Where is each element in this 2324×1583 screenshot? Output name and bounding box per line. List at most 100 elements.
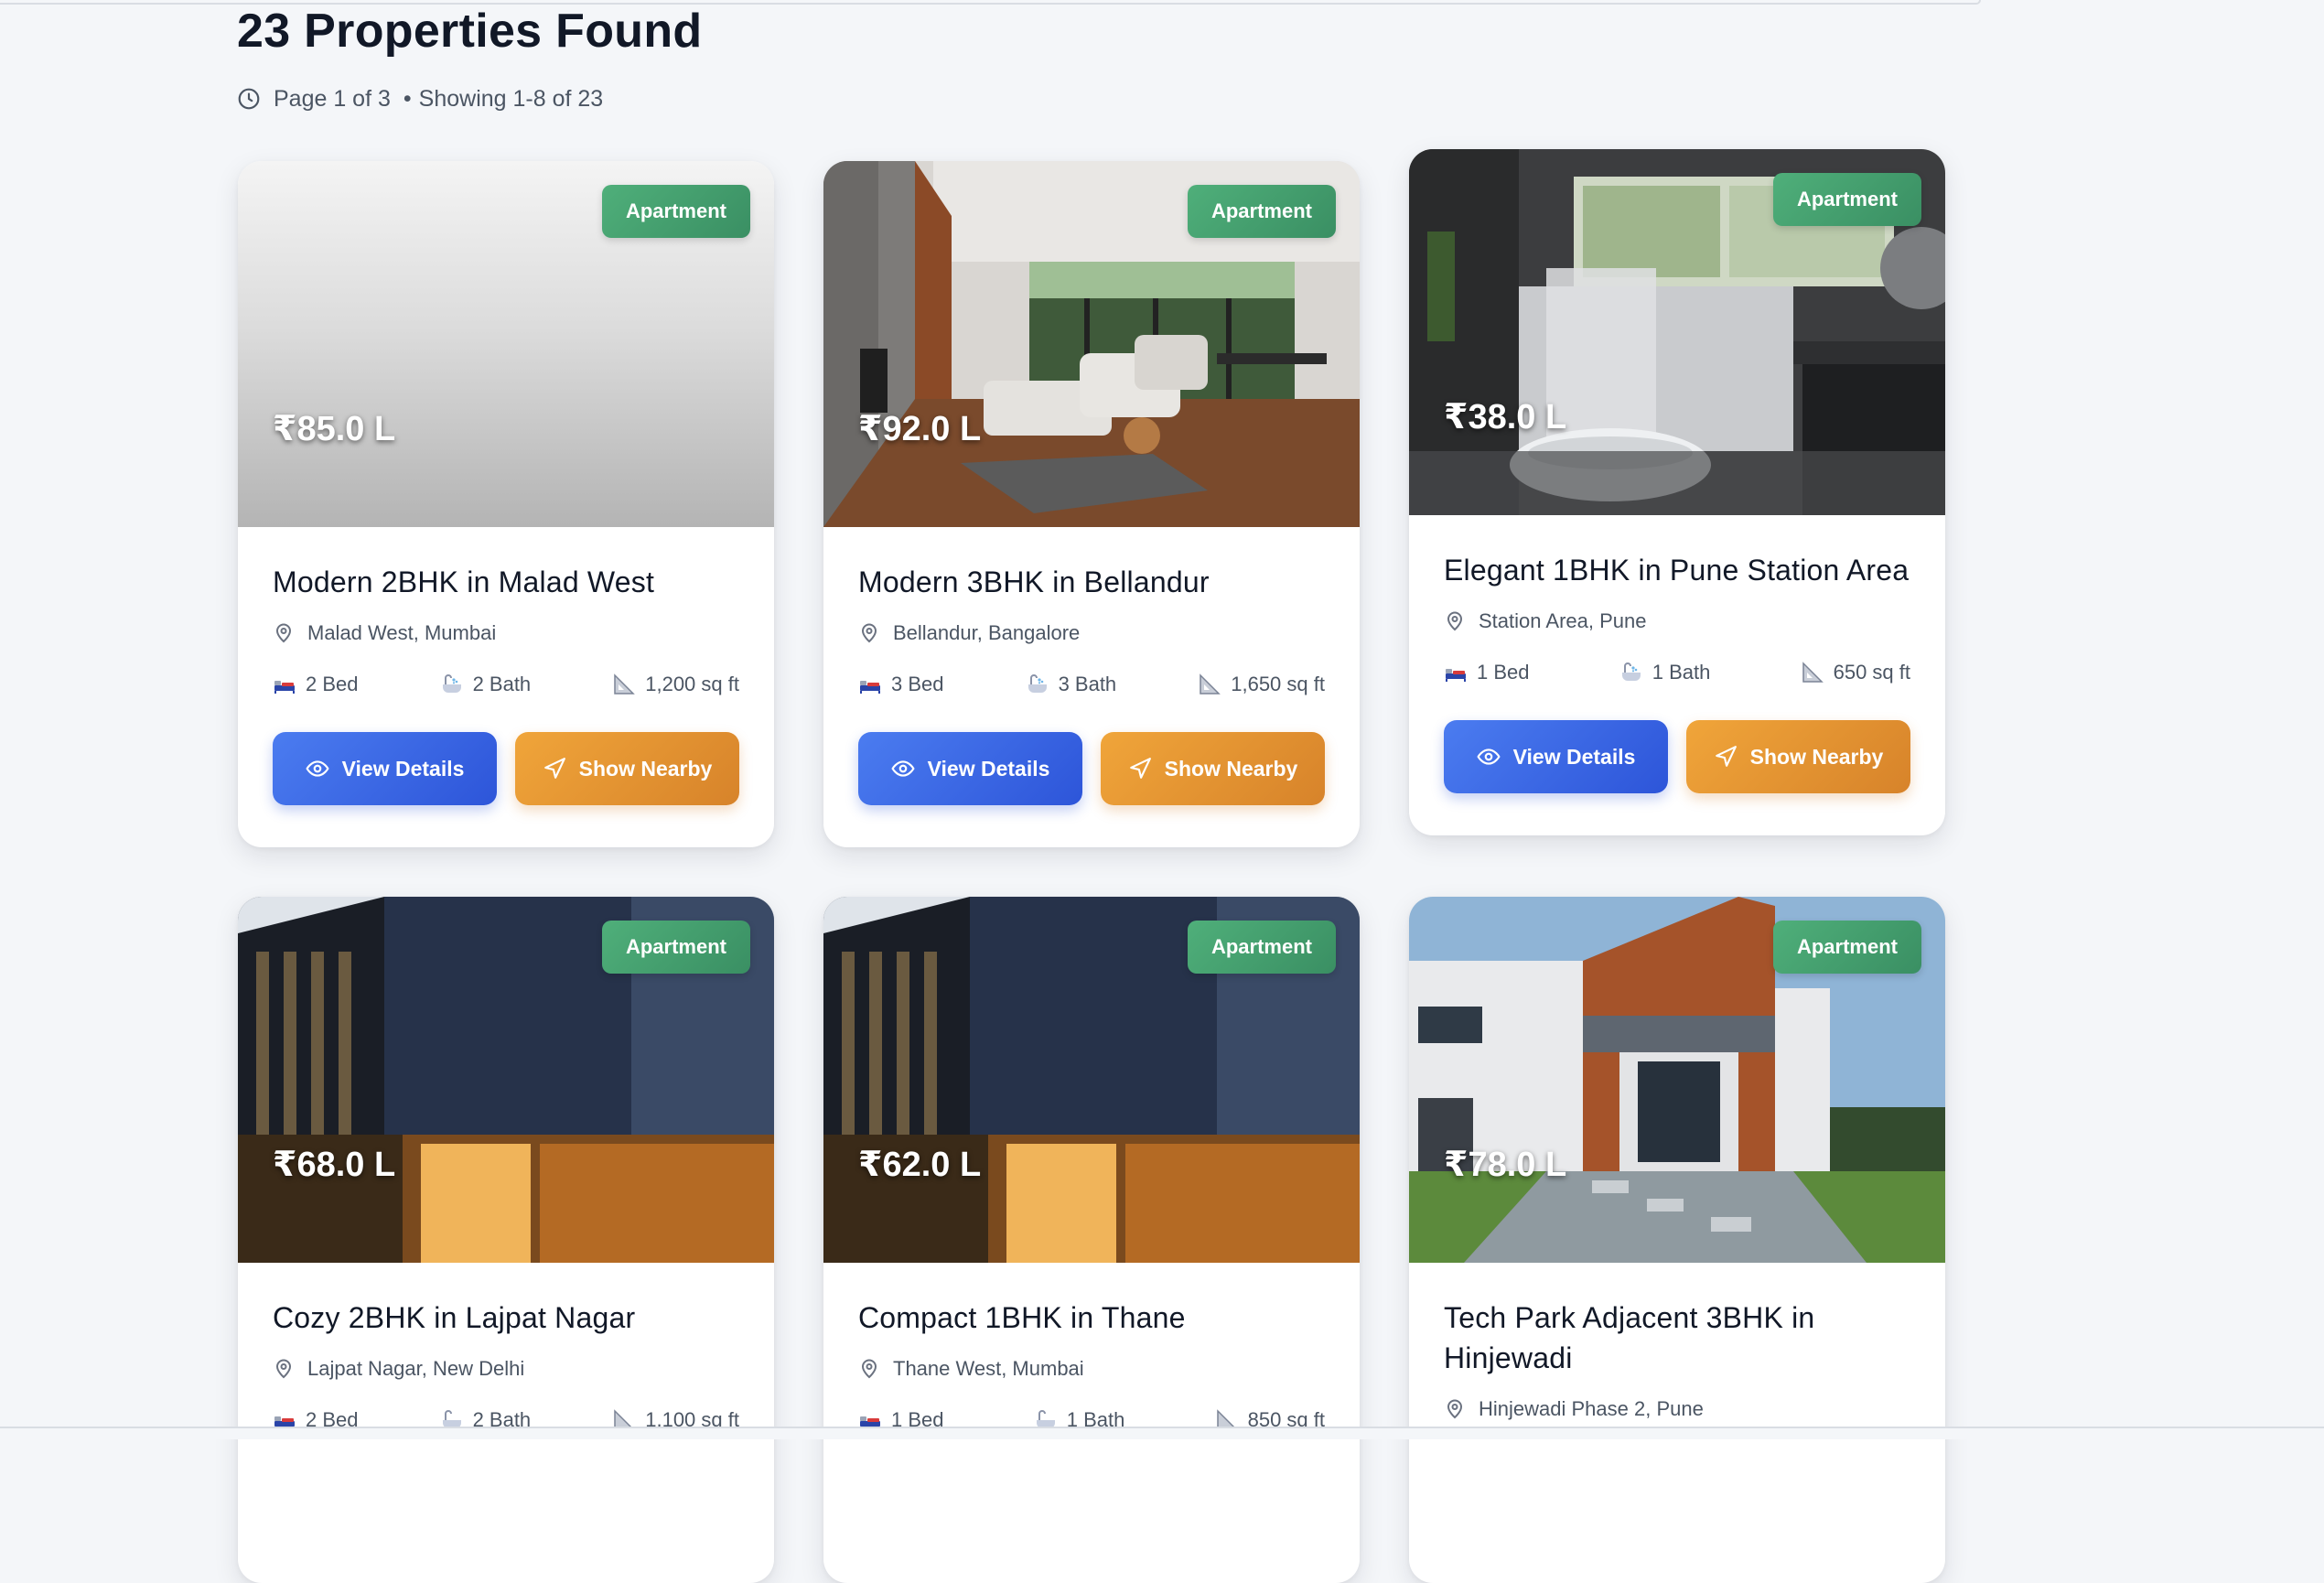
navigation-arrow-icon	[1715, 746, 1737, 767]
page-info: Page 1 of 3	[274, 85, 391, 112]
navigation-arrow-icon	[543, 758, 565, 779]
property-price: ₹85.0 L	[273, 410, 396, 448]
property-price: ₹38.0 L	[1444, 398, 1567, 436]
property-specs: 3 Bed 3 Bath 1,650 sq ft	[858, 670, 1325, 699]
property-card: Apartment ₹38.0 L Elegant 1BHK in Pune S…	[1409, 149, 1945, 835]
map-pin-icon	[275, 1359, 292, 1379]
ruler-icon	[1198, 673, 1221, 696]
property-image[interactable]: Apartment ₹85.0 L	[238, 161, 774, 527]
property-image[interactable]: Apartment ₹38.0 L	[1409, 149, 1945, 515]
bath-icon	[440, 673, 464, 696]
show-nearby-label: Show Nearby	[1749, 744, 1884, 769]
property-location: Hinjewadi Phase 2, Pune	[1444, 1395, 1910, 1424]
view-details-button[interactable]: View Details	[858, 732, 1082, 805]
property-location: Bellandur, Bangalore	[858, 619, 1325, 648]
property-image[interactable]: Apartment ₹68.0 L	[238, 897, 774, 1263]
area-text: 650 sq ft	[1833, 661, 1910, 684]
property-location: Thane West, Mumbai	[858, 1354, 1325, 1384]
property-type-badge: Apartment	[1772, 173, 1921, 226]
property-type-badge: Apartment	[601, 185, 750, 238]
map-pin-icon	[1447, 611, 1463, 631]
view-details-label: View Details	[927, 756, 1050, 781]
bed-icon	[1444, 661, 1468, 684]
map-pin-icon	[275, 623, 292, 643]
property-price: ₹92.0 L	[858, 410, 982, 448]
show-nearby-button[interactable]: Show Nearby	[1686, 720, 1910, 793]
view-details-button[interactable]: View Details	[1444, 720, 1668, 793]
beds-text: 2 Bed	[306, 673, 359, 695]
bed-icon	[273, 673, 296, 696]
property-title[interactable]: Tech Park Adjacent 3BHK in Hinjewadi	[1444, 1298, 1910, 1378]
property-title[interactable]: Compact 1BHK in Thane	[858, 1298, 1325, 1338]
map-pin-icon	[1447, 1399, 1463, 1419]
beds-text: 3 Bed	[891, 673, 944, 695]
area-text: 1,650 sq ft	[1231, 673, 1325, 695]
property-specs: 2 Bed 2 Bath 1,200 sq ft	[273, 670, 739, 699]
property-location: Lajpat Nagar, New Delhi	[273, 1354, 739, 1384]
property-type-badge: Apartment	[1187, 185, 1336, 238]
view-details-label: View Details	[341, 756, 465, 781]
card-actions: View Details Show Nearby	[858, 732, 1325, 805]
results-page: 23 Properties Found Page 1 of 3 • Showin…	[237, 0, 1957, 1583]
property-title[interactable]: Elegant 1BHK in Pune Station Area	[1444, 550, 1910, 590]
property-type-badge: Apartment	[601, 921, 750, 974]
property-price: ₹68.0 L	[273, 1146, 396, 1184]
property-location: Station Area, Pune	[1444, 607, 1910, 636]
property-specs: 1 Bed 1 Bath 650 sq ft	[1444, 658, 1910, 687]
card-actions: View Details Show Nearby	[273, 732, 739, 805]
property-card: Apartment ₹68.0 L Cozy 2BHK in Lajpat Na…	[238, 897, 774, 1583]
property-title[interactable]: Modern 2BHK in Malad West	[273, 562, 739, 602]
location-text: Station Area, Pune	[1479, 609, 1647, 632]
property-card: Apartment ₹62.0 L Compact 1BHK in Thane …	[823, 897, 1360, 1583]
showing-count: Showing 1-8 of 23	[418, 85, 604, 112]
view-details-button[interactable]: View Details	[273, 732, 497, 805]
area-spec: 1,200 sq ft	[612, 670, 739, 699]
bath-icon	[1619, 661, 1643, 684]
show-nearby-label: Show Nearby	[1164, 756, 1298, 781]
results-title: 23 Properties Found	[237, 5, 703, 58]
ruler-icon	[612, 673, 636, 696]
beds-spec: 1 Bed	[1444, 658, 1530, 687]
property-image[interactable]: Apartment ₹78.0 L	[1409, 897, 1945, 1263]
property-image[interactable]: Apartment ₹62.0 L	[823, 897, 1360, 1263]
eye-icon	[890, 760, 915, 777]
map-pin-icon	[861, 623, 877, 643]
separator-dot: •	[403, 85, 412, 112]
property-price: ₹62.0 L	[858, 1146, 982, 1184]
horizontal-scrollbar-track[interactable]	[0, 1427, 2324, 1439]
card-actions: View Details Show Nearby	[1444, 720, 1910, 793]
clock-icon	[238, 88, 260, 110]
view-details-label: View Details	[1512, 744, 1636, 769]
beds-spec: 2 Bed	[273, 670, 359, 699]
beds-text: 1 Bed	[1477, 661, 1530, 684]
beds-spec: 3 Bed	[858, 670, 944, 699]
property-image[interactable]: Apartment ₹92.0 L	[823, 161, 1360, 527]
area-spec: 650 sq ft	[1801, 658, 1910, 687]
eye-icon	[1476, 748, 1501, 765]
baths-spec: 3 Bath	[1026, 670, 1117, 699]
ruler-icon	[1801, 661, 1824, 684]
map-pin-icon	[861, 1359, 877, 1379]
property-price: ₹78.0 L	[1444, 1146, 1567, 1184]
show-nearby-button[interactable]: Show Nearby	[515, 732, 739, 805]
show-nearby-label: Show Nearby	[578, 756, 713, 781]
property-type-badge: Apartment	[1772, 921, 1921, 974]
property-card: Apartment ₹92.0 L Modern 3BHK in Belland…	[823, 161, 1360, 847]
property-title[interactable]: Cozy 2BHK in Lajpat Nagar	[273, 1298, 739, 1338]
baths-text: 2 Bath	[472, 673, 532, 695]
eye-icon	[305, 760, 329, 777]
location-text: Malad West, Mumbai	[307, 621, 497, 644]
baths-spec: 2 Bath	[440, 670, 532, 699]
show-nearby-button[interactable]: Show Nearby	[1101, 732, 1325, 805]
property-card: Apartment ₹85.0 L Modern 2BHK in Malad W…	[238, 161, 774, 847]
baths-text: 3 Bath	[1058, 673, 1117, 695]
bed-icon	[858, 673, 882, 696]
bath-icon	[1026, 673, 1049, 696]
property-type-badge: Apartment	[1187, 921, 1336, 974]
area-text: 1,200 sq ft	[645, 673, 739, 695]
property-title[interactable]: Modern 3BHK in Bellandur	[858, 562, 1325, 602]
property-location: Malad West, Mumbai	[273, 619, 739, 648]
baths-text: 1 Bath	[1652, 661, 1711, 684]
location-text: Hinjewadi Phase 2, Pune	[1479, 1397, 1704, 1420]
results-meta: Page 1 of 3 • Showing 1-8 of 23	[237, 82, 603, 115]
